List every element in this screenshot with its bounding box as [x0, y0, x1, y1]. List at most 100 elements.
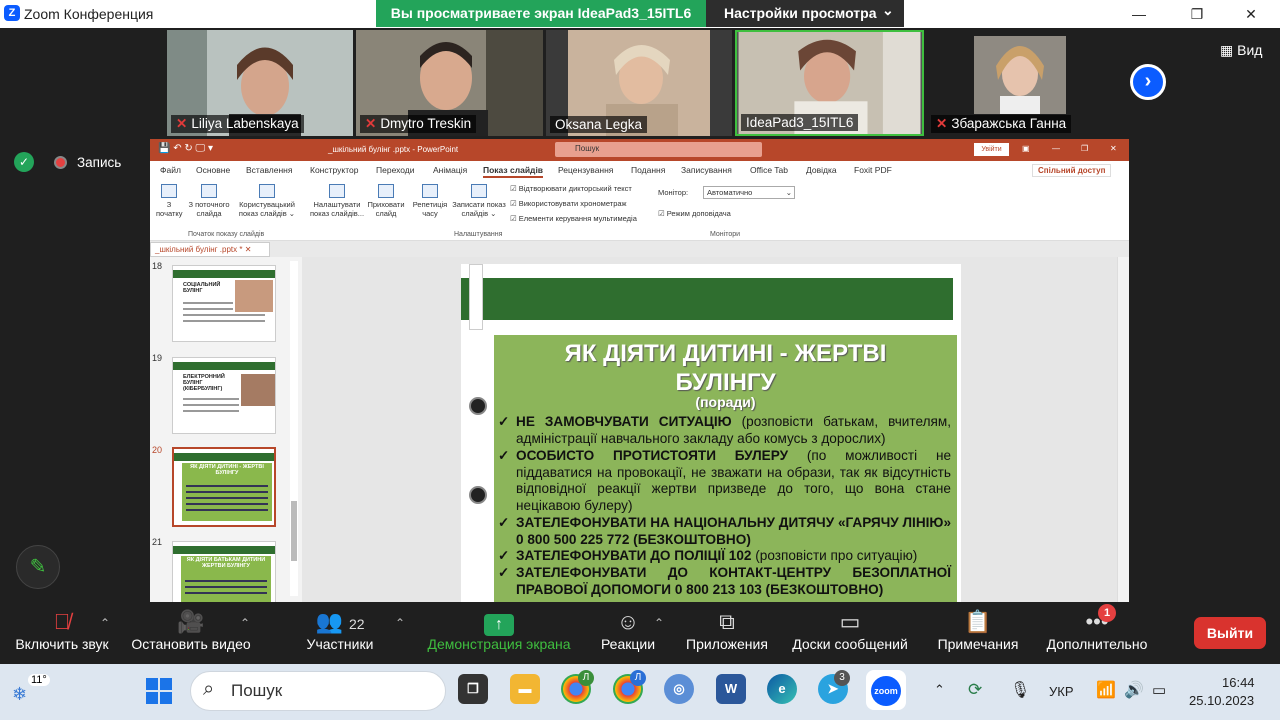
- rehearse-button[interactable]: Репетиція часу: [410, 184, 450, 218]
- menu-office-tab[interactable]: Office Tab: [750, 165, 788, 175]
- participant-tile[interactable]: ✕ Збаражська Ганна: [927, 30, 1113, 136]
- battery-icon[interactable]: ▭: [1152, 681, 1166, 699]
- chevron-up-icon[interactable]: ⌃: [240, 616, 250, 630]
- taskbar-search[interactable]: ⌕ Пошук: [190, 671, 446, 711]
- ppt-close-icon[interactable]: ✕: [1110, 144, 1117, 153]
- view-settings-button[interactable]: Настройки просмотра ⌄: [706, 0, 904, 27]
- stop-video-button[interactable]: 🎥 Остановить видео: [128, 602, 254, 652]
- from-start-button[interactable]: З початку: [156, 184, 183, 218]
- presenter-view-checkbox[interactable]: Режим доповідача: [658, 209, 731, 218]
- zoom-taskbar-icon[interactable]: zoom: [866, 670, 906, 710]
- chevron-up-icon[interactable]: ⌃: [934, 682, 945, 698]
- word-icon[interactable]: W: [716, 674, 746, 704]
- zoom-logo-icon: Z: [4, 5, 20, 21]
- ppt-menu-bar: Файл Основне Вставлення Конструктор Пере…: [150, 161, 1129, 179]
- hide-slide-button[interactable]: Приховати слайд: [366, 184, 406, 218]
- share-access-button[interactable]: Спільний доступ: [1032, 164, 1112, 177]
- canvas-scrollbar[interactable]: [1117, 257, 1129, 602]
- participant-tile[interactable]: ✕ Dmytro Treskin: [356, 30, 543, 136]
- monitor-select[interactable]: Автоматично ⌄: [703, 186, 795, 199]
- participant-name: IdeaPad3_15ITL6: [741, 114, 859, 131]
- volume-icon[interactable]: 🔊: [1124, 680, 1144, 700]
- scrollbar-thumb[interactable]: [291, 501, 297, 561]
- menu-help[interactable]: Довідка: [806, 165, 837, 175]
- tip-item: ОСОБИСТО ПРОТИСТОЯТИ БУЛЕРУ (по можливос…: [498, 448, 951, 514]
- share-screen-button[interactable]: ↑ Демонстрация экрана: [424, 602, 574, 652]
- weather-widget[interactable]: ❄ 11°: [12, 674, 50, 708]
- edge-icon[interactable]: e: [767, 674, 797, 704]
- slide-thumbnail-selected[interactable]: ЯК ДІЯТИ ДИТИНІ - ЖЕРТВІ БУЛІНГУ: [172, 447, 276, 527]
- video-feed: [974, 36, 1066, 114]
- menu-design[interactable]: Конструктор: [310, 165, 358, 175]
- reactions-button[interactable]: ☺ Реакции: [596, 602, 660, 652]
- chevron-up-icon[interactable]: ⌃: [395, 616, 405, 630]
- weather-temp: 11°: [28, 674, 50, 686]
- menu-animations[interactable]: Анімація: [433, 165, 467, 175]
- shield-icon[interactable]: ✓: [14, 152, 34, 172]
- recording-label[interactable]: Запись: [77, 155, 121, 170]
- timings-checkbox[interactable]: Використовувати хронометраж: [510, 199, 627, 208]
- narration-checkbox[interactable]: Відтворювати дикторський текст: [510, 184, 632, 193]
- participant-tile-active[interactable]: IdeaPad3_15ITL6: [735, 30, 924, 136]
- microphone-icon[interactable]: 🎙: [1010, 680, 1030, 700]
- menu-slideshow[interactable]: Показ слайдів: [483, 165, 544, 178]
- setup-show-button[interactable]: Налаштувати показ слайдів...: [308, 184, 366, 218]
- thumbnails-scrollbar[interactable]: [290, 261, 298, 596]
- ppt-ribbon-display-icon[interactable]: ▣: [1022, 144, 1030, 153]
- participant-tile[interactable]: Oksana Legka: [546, 30, 732, 136]
- document-tab[interactable]: _шкільний булінг .pptx * ✕: [150, 242, 270, 257]
- unmute-button[interactable]: 🎙̸ Включить звук: [10, 602, 114, 652]
- wifi-icon[interactable]: 📶: [1096, 680, 1116, 700]
- next-page-button[interactable]: ›: [1130, 64, 1166, 100]
- notes-icon: 📋: [964, 609, 992, 634]
- notes-button[interactable]: 📋 Примечания: [932, 602, 1024, 652]
- language-indicator[interactable]: УКР: [1049, 684, 1074, 699]
- muted-mic-icon: ✕: [365, 116, 377, 131]
- participant-tile[interactable]: ✕ Liliya Labenskaya: [167, 30, 353, 136]
- task-view-icon[interactable]: ❐: [458, 674, 488, 704]
- menu-recording[interactable]: Записування: [681, 165, 732, 175]
- thumb-number: 21: [152, 537, 163, 547]
- menu-view[interactable]: Подання: [631, 165, 665, 175]
- whiteboards-button[interactable]: ▭ Доски сообщений: [786, 602, 914, 652]
- file-explorer-icon[interactable]: ▬: [510, 674, 540, 704]
- menu-insert[interactable]: Вставлення: [246, 165, 292, 175]
- sync-app-icon[interactable]: ◎: [664, 674, 694, 704]
- sync-icon[interactable]: ⟳: [968, 680, 982, 700]
- minimize-button[interactable]: —: [1124, 4, 1154, 24]
- ppt-maximize-icon[interactable]: ❐: [1081, 144, 1088, 153]
- slide-thumbnail[interactable]: СОЦІАЛЬНИЙ БУЛІНГ: [172, 265, 276, 342]
- slide-thumbnail[interactable]: ЕЛЕКТРОННИЙ БУЛІНГ (КІБЕРБУЛІНГ): [172, 357, 276, 434]
- ppt-quick-access[interactable]: 💾 ↶ ↻ 🖵 ▾: [158, 143, 213, 154]
- more-button[interactable]: ••• Дополнительно: [1040, 602, 1154, 652]
- menu-review[interactable]: Рецензування: [558, 165, 613, 175]
- ppt-login-button[interactable]: Увійти: [974, 143, 1009, 156]
- menu-transitions[interactable]: Переходи: [376, 165, 415, 175]
- media-controls-checkbox[interactable]: Елементи керування мультимедіа: [510, 214, 637, 223]
- ppt-search-input[interactable]: Пошук: [555, 142, 762, 157]
- clock-time[interactable]: 16:44: [1222, 675, 1255, 690]
- leave-button[interactable]: Выйти: [1194, 617, 1266, 649]
- menu-file[interactable]: Файл: [160, 165, 181, 175]
- play-icon: [161, 184, 177, 198]
- close-icon[interactable]: ✕: [245, 245, 252, 254]
- view-button[interactable]: ▦ Вид: [1220, 42, 1262, 59]
- clock-date[interactable]: 25.10.2023: [1189, 693, 1254, 708]
- annotate-pencil-icon[interactable]: ✎: [16, 545, 60, 589]
- chevron-up-icon[interactable]: ⌃: [100, 616, 110, 630]
- participants-button[interactable]: 👥 22 Участники: [300, 602, 380, 652]
- ppt-minimize-icon[interactable]: —: [1052, 144, 1060, 153]
- start-button[interactable]: [146, 678, 172, 704]
- record-show-button[interactable]: Записати показ слайдів ⌄: [450, 184, 508, 218]
- menu-home[interactable]: Основне: [196, 165, 230, 175]
- chevron-up-icon[interactable]: ⌃: [654, 616, 664, 630]
- apps-button[interactable]: ⧉ Приложения: [682, 602, 772, 652]
- custom-show-button[interactable]: Користувацький показ слайдів ⌄: [236, 184, 298, 218]
- menu-foxit[interactable]: Foxit PDF: [854, 165, 892, 175]
- from-current-button[interactable]: З поточного слайда: [184, 184, 234, 218]
- slide-thumbnail[interactable]: ЯК ДІЯТИ БАТЬКАМ ДИТИНИ ЖЕРТВИ БУЛІНГУ: [172, 541, 276, 602]
- muted-mic-icon: ✕: [176, 116, 188, 131]
- close-button[interactable]: ✕: [1236, 4, 1266, 24]
- timer-icon: [422, 184, 438, 198]
- maximize-button[interactable]: ❐: [1182, 4, 1212, 24]
